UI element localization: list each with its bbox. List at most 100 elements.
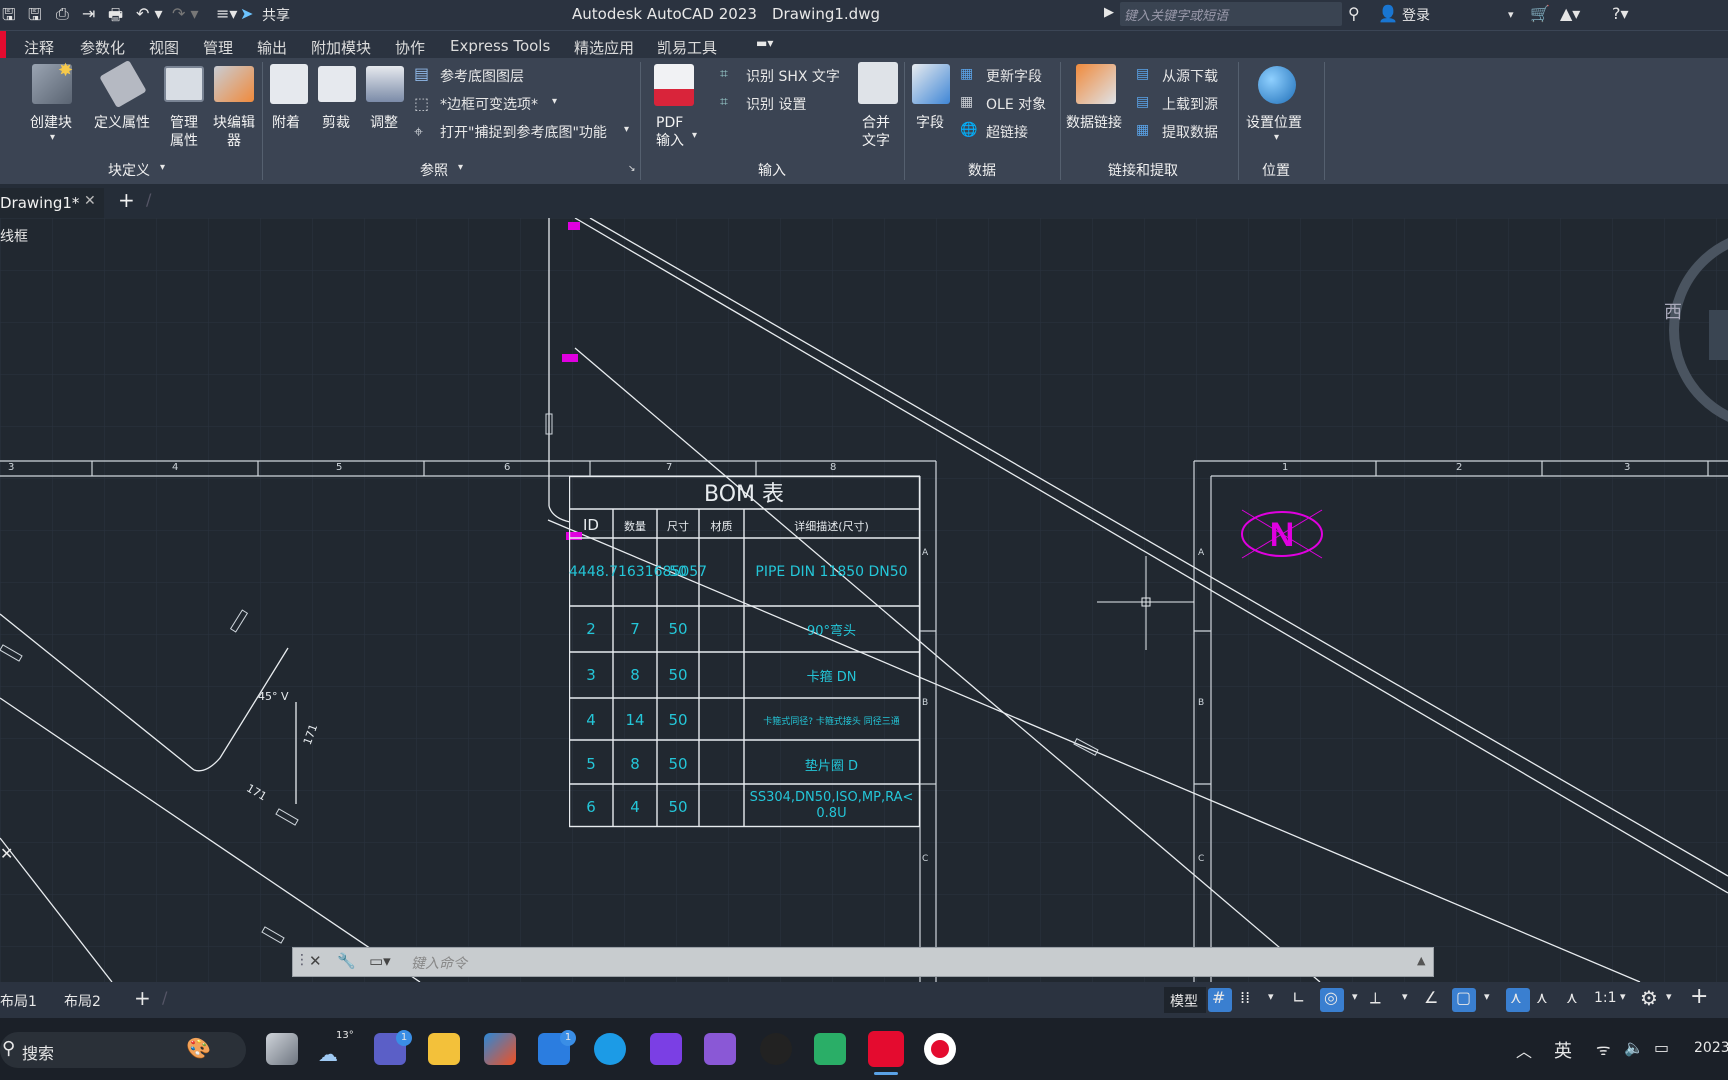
- adjust-button[interactable]: 调整: [370, 114, 398, 132]
- annotation-visibility-icon[interactable]: ⋏: [1506, 988, 1530, 1012]
- share-icon[interactable]: ➤: [240, 4, 253, 23]
- search-input[interactable]: 键入关键字或短语: [1124, 5, 1228, 24]
- task-view-icon[interactable]: [266, 1033, 298, 1065]
- bom-cell-size[interactable]: 50: [657, 755, 699, 773]
- manage-attribute-icon[interactable]: [164, 66, 204, 102]
- panel-launcher-icon[interactable]: ↘: [628, 164, 636, 174]
- bom-cell-desc[interactable]: 90°弯头: [744, 620, 919, 639]
- chevron-down-icon[interactable]: ▾: [1268, 990, 1274, 1003]
- share-button[interactable]: 共享: [262, 5, 290, 25]
- block-editor-icon[interactable]: [214, 66, 254, 102]
- polar-icon[interactable]: ◎: [1320, 988, 1344, 1012]
- new-tab-icon[interactable]: +: [118, 188, 135, 212]
- chevron-up-icon[interactable]: ︿: [1516, 1038, 1532, 1062]
- merge-text-label[interactable]: 文字: [862, 132, 890, 150]
- recognize-settings-button[interactable]: 识别 设置: [746, 94, 806, 114]
- bom-cell-id[interactable]: 3: [569, 666, 613, 684]
- attach-icon[interactable]: [270, 64, 308, 104]
- grid-toggle-icon[interactable]: #: [1208, 988, 1232, 1012]
- ole-object-button[interactable]: OLE 对象: [986, 94, 1046, 114]
- undo-icon[interactable]: ↶ ▾: [136, 4, 163, 23]
- merge-text-button[interactable]: 合并: [862, 114, 890, 132]
- help-icon[interactable]: ?▾: [1612, 4, 1629, 23]
- frame-icon[interactable]: ⬚: [414, 94, 429, 113]
- ole-object-icon[interactable]: ▦: [960, 94, 973, 110]
- battery-icon[interactable]: ▭: [1654, 1038, 1669, 1057]
- chevron-down-icon[interactable]: ▾: [692, 130, 697, 141]
- download-source-button[interactable]: 从源下载: [1162, 66, 1218, 86]
- layout-tab-1[interactable]: 布局1: [0, 991, 37, 1011]
- bom-cell-id[interactable]: 6: [569, 798, 613, 816]
- chevron-down-icon[interactable]: ▾: [50, 132, 55, 143]
- manage-attribute-button[interactable]: 管理属性: [166, 114, 202, 150]
- pdf-import-icon[interactable]: [654, 64, 694, 106]
- recognize-settings-icon[interactable]: ⌗: [720, 94, 728, 110]
- command-icon[interactable]: ▭▾: [369, 952, 391, 970]
- chevron-down-icon[interactable]: ▾: [1402, 990, 1408, 1003]
- wifi-icon[interactable]: ᯤ: [1596, 1038, 1611, 1060]
- bom-cell-id[interactable]: 4: [569, 711, 613, 729]
- menu-collaborate[interactable]: 协作: [395, 37, 425, 58]
- field-button[interactable]: 字段: [916, 114, 944, 132]
- annotation-scale-icon[interactable]: ⋏: [1566, 988, 1578, 1007]
- export-icon[interactable]: ⇥: [82, 4, 95, 23]
- update-field-icon[interactable]: ▦: [960, 66, 973, 82]
- underlay-layer-icon[interactable]: ▤: [414, 64, 429, 83]
- object-track-icon[interactable]: ∠: [1424, 988, 1438, 1007]
- clip-icon[interactable]: [318, 66, 356, 102]
- scale-dropdown[interactable]: 1:1: [1594, 990, 1617, 1006]
- wrench-icon[interactable]: 🔧: [337, 952, 356, 970]
- wechat-icon[interactable]: [814, 1033, 846, 1065]
- chevron-down-icon[interactable]: ▾: [160, 162, 165, 173]
- link-panel-title[interactable]: 链接和提取: [1108, 160, 1178, 180]
- underlay-layer-button[interactable]: 参考底图图层: [440, 66, 524, 86]
- reference-panel-title[interactable]: 参照: [420, 160, 448, 180]
- osnap-icon[interactable]: ▢: [1452, 988, 1476, 1012]
- menu-addins[interactable]: 附加模块: [311, 37, 371, 58]
- data-panel-title[interactable]: 数据: [968, 160, 996, 180]
- create-block-button[interactable]: 创建块: [30, 114, 72, 132]
- login-button[interactable]: 登录: [1402, 5, 1430, 25]
- block-editor-button[interactable]: 块编辑器: [210, 114, 258, 150]
- save-icon[interactable]: 🖫: [2, 4, 16, 31]
- chevron-down-icon[interactable]: ▾: [458, 162, 463, 173]
- store-icon[interactable]: [484, 1033, 516, 1065]
- viewcube-west-label[interactable]: 西: [1664, 298, 1682, 324]
- set-location-button[interactable]: 设置位置: [1246, 114, 1302, 132]
- close-palette-icon[interactable]: ✕: [0, 844, 13, 863]
- bom-cell-qty[interactable]: 8: [613, 755, 657, 773]
- bom-cell-size[interactable]: 50: [657, 798, 699, 816]
- chevron-down-icon[interactable]: ▾: [1274, 132, 1279, 143]
- attach-button[interactable]: 附着: [272, 114, 300, 132]
- cart-icon[interactable]: 🛒: [1530, 4, 1550, 23]
- chevron-down-icon[interactable]: ▾: [1484, 990, 1490, 1003]
- qq-icon[interactable]: [760, 1033, 792, 1065]
- file-explorer-icon[interactable]: [428, 1033, 460, 1065]
- clip-button[interactable]: 剪裁: [322, 114, 350, 132]
- bom-table[interactable]: BOM 表 ID 数量 尺寸 材质 详细描述(尺寸) 4448.71631685…: [569, 476, 920, 982]
- merge-text-icon[interactable]: [858, 62, 898, 104]
- menu-view[interactable]: 视图: [149, 37, 179, 58]
- gear-icon[interactable]: ⚙: [1640, 986, 1658, 1010]
- pdf-import-button[interactable]: PDF: [656, 114, 683, 132]
- field-icon[interactable]: [912, 64, 950, 104]
- viewcube-face[interactable]: [1709, 310, 1728, 360]
- chevron-down-icon[interactable]: ▾: [1620, 990, 1626, 1003]
- drawing-canvas[interactable]: N 3 4 5 6 7 8 1 2 3 A B C A B C 线框 西 45°…: [0, 218, 1728, 982]
- autocad-icon[interactable]: [868, 1031, 904, 1067]
- close-icon[interactable]: ✕: [84, 193, 96, 209]
- data-link-button[interactable]: 数据链接: [1066, 114, 1122, 132]
- bom-cell-size[interactable]: 50: [657, 620, 699, 638]
- command-input[interactable]: 键入命令: [411, 953, 467, 973]
- ime-indicator[interactable]: 英: [1554, 1037, 1572, 1063]
- data-link-icon[interactable]: [1076, 64, 1116, 104]
- model-space-button[interactable]: 模型: [1164, 987, 1206, 1013]
- frame-option-dropdown[interactable]: *边框可变选项*: [440, 94, 538, 114]
- chevron-up-icon[interactable]: ▲: [1417, 954, 1425, 967]
- adjust-icon[interactable]: [366, 66, 404, 102]
- workspace-dropdown-icon[interactable]: ▬▾: [756, 36, 773, 50]
- layout-tab-2[interactable]: 布局2: [64, 991, 101, 1011]
- customize-icon[interactable]: ≡▾: [216, 4, 237, 23]
- viewport-style-label[interactable]: 线框: [0, 226, 28, 246]
- weather-icon[interactable]: ☁ 13°: [316, 1030, 356, 1066]
